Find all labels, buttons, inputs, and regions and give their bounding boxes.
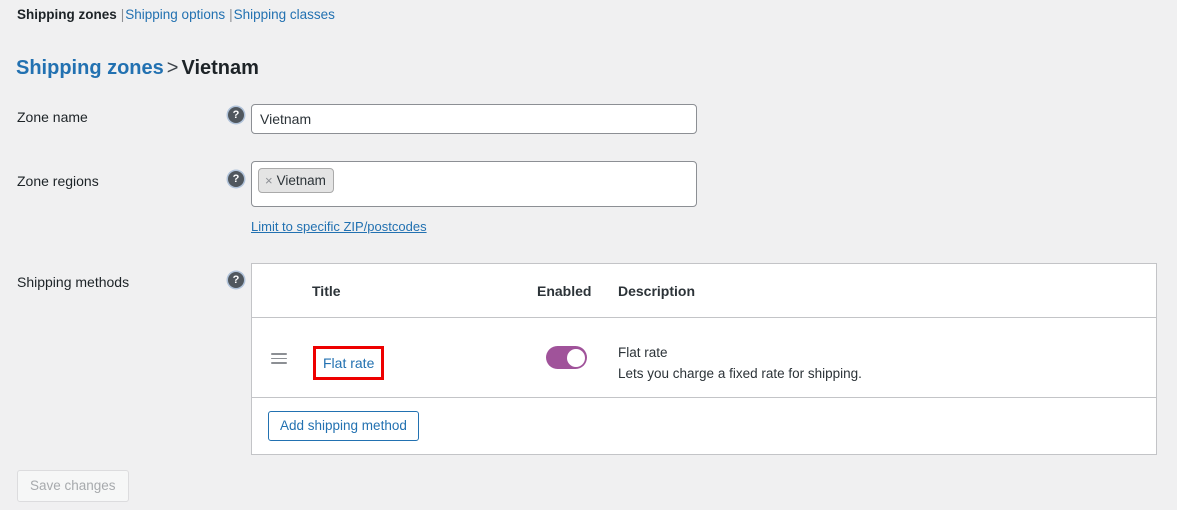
column-header-enabled: Enabled <box>537 283 592 299</box>
shipping-subnav: Shipping zones |Shipping options |Shipping… <box>17 6 335 24</box>
page-title-breadcrumb: Shipping zones > Vietnam <box>16 55 259 81</box>
column-header-title: Title <box>312 283 341 299</box>
breadcrumb-current-zone: Vietnam <box>181 57 259 80</box>
column-header-description: Description <box>618 283 696 299</box>
enabled-toggle[interactable] <box>546 346 587 369</box>
question-mark-icon[interactable]: ? <box>228 171 244 187</box>
breadcrumb-separator: > <box>166 57 179 80</box>
question-mark-icon[interactable]: ? <box>228 107 244 123</box>
subnav-separator-1: | <box>120 7 125 22</box>
subnav-item-shipping-zones[interactable]: Shipping zones <box>17 7 117 22</box>
zone-name-label: Zone name <box>17 109 88 125</box>
shipping-methods-table: Title Enabled Description Flat rate Flat… <box>251 263 1157 455</box>
save-changes-button[interactable]: Save changes <box>17 470 129 502</box>
subnav-item-shipping-options[interactable]: Shipping options <box>125 7 225 22</box>
shipping-methods-label: Shipping methods <box>17 274 130 290</box>
method-description-text: Lets you charge a fixed rate for shippin… <box>618 366 862 381</box>
table-row: Flat rate Flat rate Lets you charge a fi… <box>252 318 1156 398</box>
drag-handle-icon[interactable] <box>271 353 287 364</box>
region-token-vietnam[interactable]: × Vietnam <box>258 168 334 193</box>
add-shipping-method-button[interactable]: Add shipping method <box>268 411 419 441</box>
table-header-row: Title Enabled Description <box>252 264 1156 318</box>
limit-to-postcodes-link[interactable]: Limit to specific ZIP/postcodes <box>251 219 427 234</box>
subnav-item-shipping-classes[interactable]: Shipping classes <box>234 7 335 22</box>
zone-name-input[interactable] <box>251 104 697 134</box>
method-title-link-flat-rate[interactable]: Flat rate <box>313 346 385 380</box>
breadcrumb-link-shipping-zones[interactable]: Shipping zones <box>16 57 164 79</box>
region-token-label: Vietnam <box>276 173 326 188</box>
zone-regions-label: Zone regions <box>17 173 99 189</box>
toggle-knob <box>566 348 585 367</box>
question-mark-icon[interactable]: ? <box>228 272 244 288</box>
remove-token-icon[interactable]: × <box>265 173 273 188</box>
table-footer-row: Add shipping method <box>252 398 1156 454</box>
method-description: Flat rate Lets you charge a fixed rate f… <box>618 343 1098 385</box>
zone-regions-select[interactable]: × Vietnam <box>251 161 697 207</box>
method-description-title: Flat rate <box>618 345 668 360</box>
subnav-separator-2: | <box>229 7 233 22</box>
